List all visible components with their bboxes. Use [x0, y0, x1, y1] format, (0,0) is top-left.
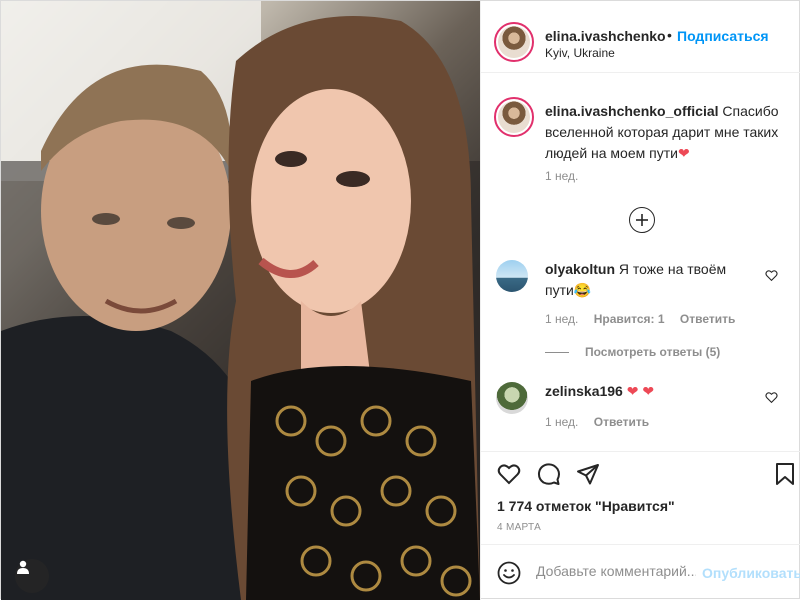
reply-button[interactable]: Ответить: [680, 312, 735, 326]
user-icon: [17, 560, 29, 574]
comment-likes[interactable]: Нравится: 1: [594, 312, 665, 326]
separator-dot: •: [667, 27, 672, 43]
comment-meta: 1 нед. Нравится: 1 Ответить: [545, 312, 747, 326]
comment-meta: 1 нед. Ответить: [545, 415, 661, 429]
bookmark-icon[interactable]: [774, 462, 796, 486]
add-comment-bar: Опубликовать: [481, 544, 800, 600]
post-photo[interactable]: [1, 1, 480, 600]
comment-bubble-icon[interactable]: [537, 462, 561, 486]
reply-button[interactable]: Ответить: [594, 415, 649, 429]
emoji-smiley-icon[interactable]: [497, 561, 521, 585]
commenter-username[interactable]: olyakoltun: [545, 261, 615, 277]
caption-avatar[interactable]: [494, 97, 534, 137]
comment-input[interactable]: [536, 563, 696, 579]
laugh-emoji: 😂: [573, 282, 592, 298]
share-send-icon[interactable]: [576, 462, 600, 486]
post-location[interactable]: Kyiv, Ukraine: [545, 46, 615, 60]
post-date[interactable]: 4 МАРТА: [497, 522, 541, 533]
heart-emoji: ❤: [677, 145, 690, 161]
likes-count[interactable]: 1 774 отметок "Нравится": [497, 498, 675, 514]
caption-username[interactable]: elina.ivashchenko_official: [545, 103, 719, 119]
comment-timestamp[interactable]: 1 нед.: [545, 312, 578, 326]
instagram-post: elina.ivashchenko_official • Подписаться…: [0, 0, 800, 600]
photo-illustration: [1, 1, 480, 600]
comment-text: zelinska196 ❤ ❤: [545, 381, 745, 402]
user-tag-button[interactable]: [15, 559, 49, 593]
heart-emojis: ❤ ❤: [626, 383, 655, 399]
view-replies-label: Посмотреть ответы (5): [585, 345, 721, 359]
commenter-username[interactable]: zelinska196: [545, 383, 623, 399]
comment-timestamp[interactable]: 1 нед.: [545, 415, 578, 429]
commenter-avatar[interactable]: [496, 382, 528, 414]
caption-timestamp[interactable]: 1 нед.: [545, 169, 578, 183]
load-more-comments-button[interactable]: [629, 207, 655, 233]
comment-like-heart-icon[interactable]: [765, 391, 778, 404]
publish-button[interactable]: Опубликовать: [702, 565, 800, 581]
comment-like-heart-icon[interactable]: [765, 269, 778, 282]
like-heart-icon[interactable]: [497, 462, 521, 486]
author-avatar[interactable]: [494, 22, 534, 62]
follow-button[interactable]: Подписаться: [677, 28, 769, 44]
commenter-avatar[interactable]: [496, 260, 528, 292]
comment-text: olyakoltun Я тоже на твоём пути😂: [545, 259, 745, 301]
caption-text: elina.ivashchenko_official Спасибо вселе…: [545, 101, 790, 164]
author-username[interactable]: elina.ivashchenko_official: [545, 28, 665, 44]
plus-circle-icon: [636, 214, 648, 226]
post-sidebar: elina.ivashchenko_official • Подписаться…: [480, 1, 800, 600]
replies-divider: [545, 351, 569, 353]
post-header: elina.ivashchenko_official • Подписаться…: [481, 1, 800, 73]
view-replies-button[interactable]: Посмотреть ответы (5): [545, 345, 720, 359]
